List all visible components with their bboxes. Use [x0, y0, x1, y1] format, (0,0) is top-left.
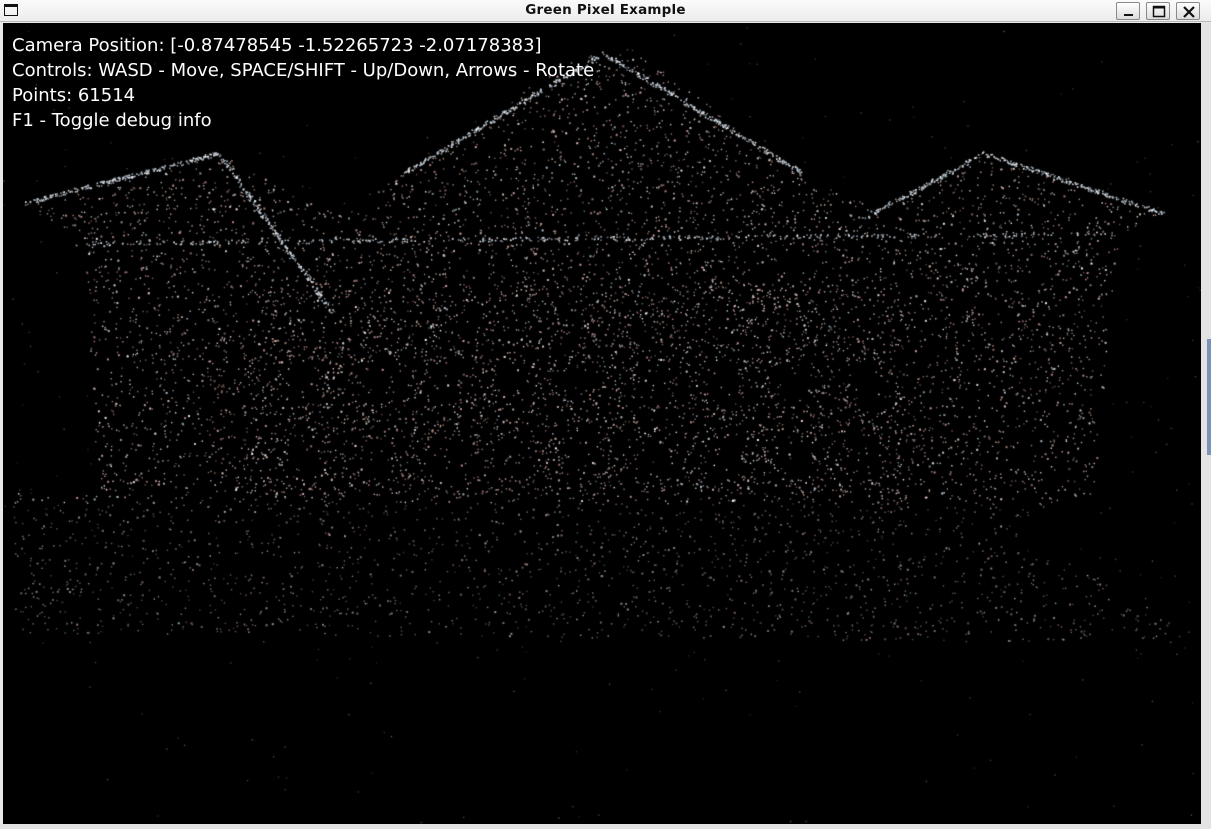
minimize-button[interactable]: [1116, 2, 1140, 20]
title-bar[interactable]: Green Pixel Example: [0, 0, 1211, 22]
maximize-icon: [1152, 5, 1166, 18]
window-border-right: [1201, 23, 1211, 829]
minimize-icon: [1124, 14, 1133, 16]
controls-help-text: Controls: WASD - Move, SPACE/SHIFT - Up/…: [12, 60, 595, 81]
close-button[interactable]: [1176, 2, 1200, 20]
window-border-bottom: [0, 824, 1211, 829]
point-cloud-canvas[interactable]: [3, 23, 1201, 824]
debug-toggle-hint: F1 - Toggle debug info: [12, 110, 212, 131]
background-window-sliver: [1207, 339, 1211, 455]
camera-position-text: Camera Position: [-0.87478545 -1.5226572…: [12, 35, 542, 56]
window-title: Green Pixel Example: [525, 2, 686, 18]
app-window: Green Pixel Example Camera Position: [-0…: [0, 0, 1211, 829]
maximize-button[interactable]: [1146, 2, 1170, 20]
close-icon: [1183, 6, 1195, 18]
render-viewport[interactable]: Camera Position: [-0.87478545 -1.5226572…: [3, 23, 1201, 824]
debug-overlay: Camera Position: [-0.87478545 -1.5226572…: [12, 33, 594, 133]
points-count-text: Points: 61514: [12, 85, 136, 106]
